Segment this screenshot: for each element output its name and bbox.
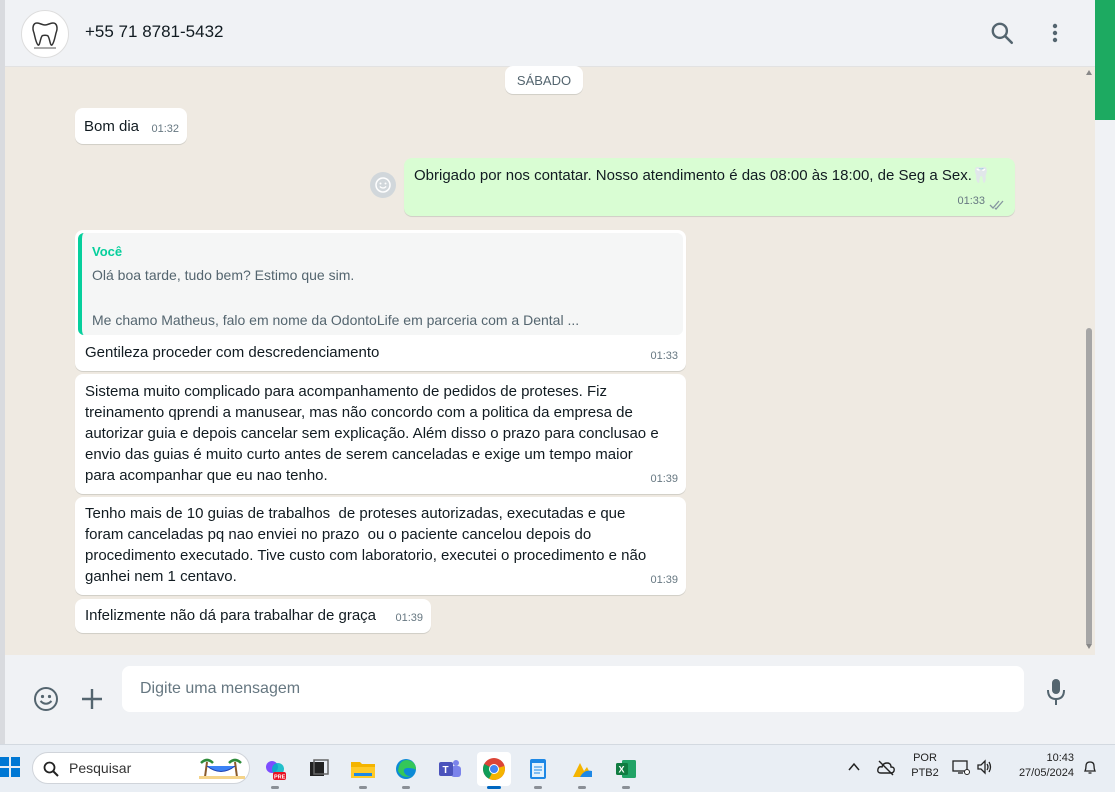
volume-icon[interactable] (976, 759, 994, 775)
taskbar-app-chrome[interactable] (477, 752, 511, 789)
taskbar-app-excel[interactable]: X (609, 752, 643, 789)
message-text: Tenho mais de 10 guias de trabalhos de p… (85, 505, 647, 585)
chat-window: +55 71 8781-5432 SÁBADO Bom dia 01:32 Ob… (5, 0, 1095, 745)
double-check-icon (989, 200, 1004, 210)
right-panel-edge (1095, 120, 1115, 745)
message-text: Infelizmente não dá para trabalhar de gr… (85, 607, 377, 624)
excel-icon: X (616, 760, 636, 778)
clock-time: 10:43 (1046, 752, 1074, 764)
message-time: 01:39 (650, 574, 678, 586)
copilot-icon: PRE (266, 761, 286, 781)
message-list[interactable]: SÁBADO Bom dia 01:32 Obrigado por nos co… (5, 66, 1095, 655)
start-button[interactable] (0, 757, 20, 777)
taskbar-app-teams[interactable]: T (433, 752, 467, 786)
network-icon[interactable] (952, 759, 970, 775)
scrollbar-thumb[interactable] (1086, 328, 1092, 646)
clock-date: 27/05/2024 (1018, 767, 1074, 779)
more-vertical-icon (1052, 23, 1058, 43)
show-hidden-icons-icon[interactable] (846, 759, 862, 775)
voice-message-button[interactable] (1045, 677, 1067, 707)
chrome-icon (482, 758, 505, 780)
keyboard-layout: PTB2 (911, 767, 939, 779)
svg-text:T: T (443, 765, 449, 776)
quoted-message[interactable]: Você Olá boa tarde, tudo bem? Estimo que… (78, 233, 683, 335)
running-indicator (534, 786, 542, 789)
input-language-indicator[interactable]: POR PTB2 (908, 751, 942, 781)
message-time: 01:32 (151, 123, 179, 135)
taskbar-app-notepad[interactable] (521, 752, 555, 789)
message-incoming[interactable]: Sistema muito complicado para acompanham… (75, 374, 686, 494)
message-incoming[interactable]: Infelizmente não dá para trabalhar de gr… (75, 599, 431, 633)
react-button[interactable] (370, 172, 396, 198)
running-indicator (578, 786, 586, 789)
message-incoming[interactable]: Bom dia 01:32 (75, 108, 187, 144)
message-outgoing[interactable]: Obrigado por nos contatar. Nosso atendim… (404, 158, 1015, 216)
attach-button[interactable] (79, 686, 105, 712)
quoted-text-line: Me chamo Matheus, falo em nome da Odonto… (92, 312, 580, 328)
message-text: Bom dia (84, 118, 140, 135)
search-icon (991, 22, 1014, 45)
taskbar-app-file-explorer[interactable] (346, 752, 380, 789)
message-time: 01:33 (650, 350, 678, 362)
notification-bell-icon[interactable] (1082, 759, 1098, 775)
emoji-button[interactable] (33, 686, 59, 712)
svg-text:X: X (619, 765, 625, 775)
date-separator: SÁBADO (505, 66, 583, 94)
smiley-icon (375, 177, 391, 193)
message-text: Gentileza proceder com descredenciamento (85, 344, 380, 361)
system-clock[interactable]: 10:43 27/05/2024 (1006, 751, 1074, 781)
teams-icon: T (439, 760, 461, 777)
search-icon (43, 761, 59, 777)
message-time: 01:33 (957, 195, 985, 207)
beach-hammock-icon (199, 758, 245, 779)
notepad-icon (530, 759, 546, 779)
menu-button[interactable] (1045, 20, 1065, 46)
windows-logo-icon (0, 757, 20, 777)
running-indicator (622, 786, 630, 789)
quoted-author: Você (92, 244, 123, 259)
taskbar-search[interactable]: Pesquisar (32, 752, 250, 784)
message-incoming-reply[interactable]: Você Olá boa tarde, tudo bem? Estimo que… (75, 230, 686, 371)
message-time: 01:39 (395, 612, 423, 624)
onedrive-offline-icon[interactable] (876, 758, 896, 778)
contact-name[interactable]: +55 71 8781-5432 (85, 22, 224, 42)
task-view-icon (310, 759, 329, 776)
search-label: Pesquisar (69, 760, 132, 776)
taskbar-app-photos[interactable] (565, 752, 599, 789)
photos-icon (573, 763, 592, 777)
microphone-icon (1047, 679, 1065, 705)
language-code: POR (913, 752, 937, 764)
taskbar-app-copilot[interactable]: PRE (258, 752, 292, 789)
message-text: Obrigado por nos contatar. Nosso atendim… (414, 167, 991, 184)
right-window-edge (1095, 0, 1115, 120)
taskbar-app-edge[interactable] (389, 752, 423, 789)
search-button[interactable] (989, 20, 1015, 46)
scroll-up-arrow-icon[interactable] (1086, 70, 1092, 75)
message-incoming[interactable]: Tenho mais de 10 guias de trabalhos de p… (75, 497, 686, 595)
tooth-logo-icon (32, 22, 58, 49)
running-indicator (402, 786, 410, 789)
svg-text:PRE: PRE (274, 775, 286, 781)
contact-avatar[interactable] (21, 10, 69, 58)
plus-icon (82, 689, 102, 709)
running-indicator (271, 786, 279, 789)
chat-header: +55 71 8781-5432 (5, 0, 1095, 67)
message-input[interactable] (122, 666, 1024, 712)
active-indicator (487, 786, 501, 789)
windows-taskbar: Pesquisar PRE T X POR PTB2 10:43 27/05/2… (0, 744, 1115, 792)
message-text: Sistema muito complicado para acompanham… (85, 383, 659, 484)
edge-icon (396, 759, 416, 779)
scroll-down-arrow-icon[interactable] (1086, 644, 1092, 649)
taskbar-app-task-view[interactable] (302, 752, 336, 786)
file-explorer-icon (351, 762, 375, 778)
running-indicator (359, 786, 367, 789)
message-composer (5, 655, 1095, 745)
message-time: 01:39 (650, 473, 678, 485)
emoji-icon (34, 687, 58, 711)
quoted-text-line: Olá boa tarde, tudo bem? Estimo que sim. (92, 267, 355, 283)
